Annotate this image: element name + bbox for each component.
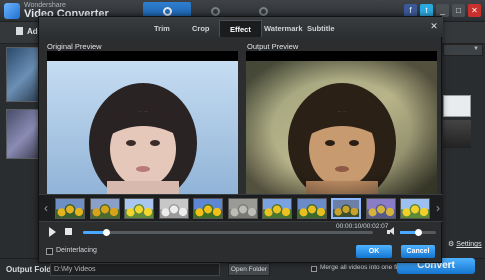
sunflower-purple-effect-thumbnail[interactable]: [365, 198, 396, 219]
tab-subtitle[interactable]: Subtitle: [297, 20, 345, 37]
volume-knob[interactable]: [415, 229, 422, 236]
chevron-left-icon[interactable]: ‹: [44, 200, 48, 216]
disc-icon: [210, 6, 220, 16]
original-preview: [47, 51, 238, 208]
maximize-icon[interactable]: □: [452, 4, 465, 17]
gray-emboss-effect-thumbnail[interactable]: [158, 198, 189, 219]
output-folder-field[interactable]: D:\My Videos: [50, 263, 220, 276]
format-dropdown[interactable]: [443, 44, 483, 56]
progress-knob[interactable]: [103, 229, 111, 236]
merge-checkbox[interactable]: [311, 266, 317, 272]
chevron-right-icon[interactable]: ›: [436, 200, 440, 216]
sketch-effect-thumbnail[interactable]: [227, 198, 258, 219]
open-folder-button[interactable]: Open Folder: [228, 263, 270, 276]
timecode: 00:00:10/00:02:07: [336, 223, 389, 230]
sunflower-bright-effect-thumbnail[interactable]: [124, 198, 154, 219]
volume-slider[interactable]: [400, 229, 436, 236]
original-preview-label: Original Preview: [47, 42, 102, 51]
tab-trim[interactable]: Trim: [144, 20, 180, 37]
app-logo-icon: [4, 3, 20, 19]
cancel-button[interactable]: Cancel: [401, 245, 435, 258]
effect-strip: ‹ ›: [39, 194, 443, 222]
progress-slider[interactable]: [83, 229, 373, 236]
stop-icon[interactable]: [65, 228, 72, 235]
playback-controls: 00:00:10/00:02:07: [39, 223, 443, 243]
sunflower-normal-effect-thumbnail[interactable]: [262, 198, 292, 219]
sunflower-vivid-effect-thumbnail[interactable]: [193, 198, 223, 219]
sunflower-warm-effect-thumbnail[interactable]: [89, 198, 120, 219]
volume-icon[interactable]: [387, 227, 396, 236]
output-preview-label: Output Preview: [247, 42, 299, 51]
ok-button[interactable]: OK: [356, 245, 392, 258]
convert-refresh-icon: [162, 6, 172, 16]
deinterlace-label: Deinterlacing: [56, 247, 97, 254]
sunflower-cool-effect-thumbnail[interactable]: [296, 198, 327, 219]
sunflower-bright-2-effect-thumbnail[interactable]: [400, 198, 430, 219]
editor-tab-bar: Trim Crop Effect Watermark Subtitle ✕: [39, 17, 443, 37]
play-icon[interactable]: [49, 227, 56, 237]
merge-label: Merge all videos into one file: [320, 264, 403, 271]
close-icon[interactable]: ✕: [429, 21, 439, 31]
video-editor-dialog: Trim Crop Effect Watermark Subtitle ✕ Or…: [38, 16, 443, 263]
sunflower-selected-effect-thumbnail[interactable]: [331, 198, 361, 219]
close-icon[interactable]: ✕: [468, 4, 481, 17]
settings-link[interactable]: Settings: [448, 240, 481, 248]
deinterlace-checkbox[interactable]: [46, 248, 53, 255]
tab-crop[interactable]: Crop: [182, 20, 220, 37]
output-format-preview[interactable]: [443, 120, 471, 148]
sunflower-blue-sky-effect-thumbnail[interactable]: [55, 198, 85, 219]
output-preview: [246, 51, 437, 208]
download-icon: [258, 6, 268, 16]
output-format-preview[interactable]: [443, 95, 471, 117]
